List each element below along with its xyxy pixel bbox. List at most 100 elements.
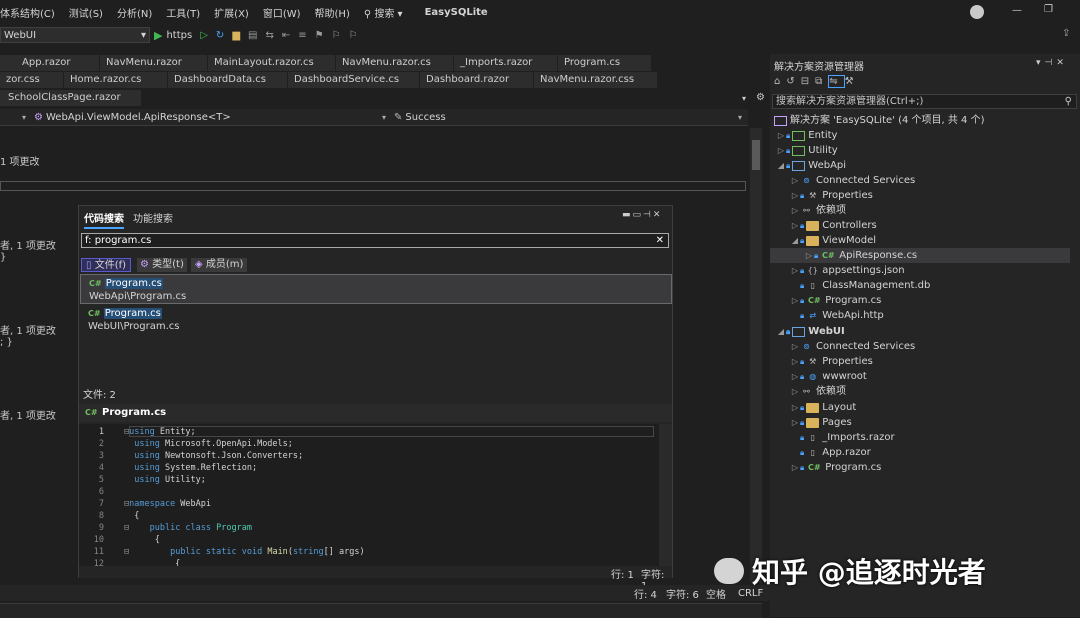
chevron-right-icon[interactable]: ▷ [776, 128, 786, 143]
chevron-right-icon[interactable]: ▷ [790, 415, 800, 430]
bookmark-next-icon[interactable]: ⚐ [349, 30, 358, 41]
tab-settings-gear-icon[interactable]: ⚙ [756, 92, 765, 103]
search-result-item[interactable]: C# Program.cs WebUI\Program.cs [80, 305, 672, 335]
chevron-right-icon[interactable]: ▷ [790, 354, 800, 369]
editor-vertical-scrollbar[interactable] [750, 128, 762, 583]
solution-search-input[interactable]: 搜索解决方案资源管理器(Ctrl+;) ⚲ [772, 94, 1077, 109]
tree-project-webui[interactable]: ◢ 🔒︎ WebUI [776, 324, 845, 339]
chevron-right-icon[interactable]: ▷ [790, 188, 800, 203]
menu-item-extensions[interactable]: 扩展(X) [214, 5, 249, 20]
folder-icon[interactable]: ▆ [232, 30, 240, 41]
panel-vertical-scrollbar[interactable] [1070, 112, 1078, 612]
tab-navmenu-razor[interactable]: NavMenu.razor [100, 55, 208, 71]
share-icon[interactable]: ⇪ [1062, 28, 1070, 39]
menu-item-help[interactable]: 帮助(H) [315, 5, 350, 20]
tab-dashboarddata-cs[interactable]: DashboardData.cs [168, 72, 288, 88]
line-indicator[interactable]: 行: 4 [634, 586, 657, 601]
method-dropdown[interactable]: ✎ Success ▾ [394, 112, 742, 123]
filter-members[interactable]: ◈ 成员(m) [191, 258, 248, 272]
copy-icon[interactable]: ⧉ [815, 76, 828, 87]
sync-icon[interactable]: ⇋ [828, 75, 845, 88]
menu-item-window[interactable]: 窗口(W) [263, 5, 301, 20]
collapse-icon[interactable]: ⊟ [801, 76, 815, 87]
tab-program-cs[interactable]: Program.cs [558, 55, 652, 71]
tree-folder-wwwroot[interactable]: ▷ 🔒︎ ◍ wwwroot [790, 369, 867, 384]
scrollbar-thumb[interactable] [752, 140, 760, 170]
layout-icon[interactable]: ▤ [248, 30, 257, 41]
search-tab-code[interactable]: 代码搜索 [84, 210, 124, 229]
chevron-right-icon[interactable]: ▷ [790, 263, 800, 278]
chevron-down-icon[interactable]: ▾ [1036, 58, 1045, 68]
project-combo[interactable]: WebUI ▾ [0, 27, 150, 43]
tree-item-connected-services[interactable]: ▷ ⊚ Connected Services [790, 339, 915, 354]
chevron-down-icon[interactable]: ◢ [776, 158, 786, 173]
tab-razor-css[interactable]: zor.css [0, 72, 64, 88]
tree-project-utility[interactable]: ▷ 🔒︎ Utility [776, 143, 838, 158]
chevron-right-icon[interactable]: ▷ [790, 218, 800, 233]
search-input[interactable]: f: program.cs ✕ [81, 233, 669, 248]
menu-item-test[interactable]: 测试(S) [69, 5, 103, 20]
chevron-right-icon[interactable]: ▷ [790, 203, 800, 218]
member-dropdown[interactable]: ⚙ WebApi.ViewModel.ApiResponse<T> ▾ [34, 112, 386, 123]
close-icon[interactable]: ✕ [653, 210, 663, 220]
tab-list-dropdown-icon[interactable]: ▾ [742, 94, 746, 103]
run-without-debug-icon[interactable]: ▷ [200, 30, 208, 41]
filter-types[interactable]: ⚙ 类型(t) [137, 258, 187, 272]
chevron-down-icon[interactable]: ◢ [776, 324, 786, 339]
search-icon[interactable]: ⚲ [1065, 95, 1072, 108]
chevron-right-icon[interactable]: ▷ [790, 384, 800, 399]
wrench-icon[interactable]: ⚒ [845, 76, 860, 87]
tab-app-razor[interactable]: App.razor [0, 55, 100, 71]
tree-file-appsettings[interactable]: ▷ 🔒︎{} appsettings.json [790, 263, 905, 278]
chevron-right-icon[interactable]: ▷ [790, 339, 800, 354]
chevron-right-icon[interactable]: ▷ [790, 460, 800, 475]
tab-home-razor-cs[interactable]: Home.razor.cs [64, 72, 168, 88]
dock-window-icon[interactable]: ▭ [633, 210, 644, 220]
nav-scope-dropdown-icon[interactable]: ▾ [22, 113, 26, 122]
history-icon[interactable]: ↺ [786, 76, 800, 87]
bookmark-prev-icon[interactable]: ⚐ [332, 30, 341, 41]
bookmark-icon[interactable]: ⚑ [315, 30, 324, 41]
tree-item-connected-services[interactable]: ▷ ⊚ Connected Services [790, 173, 915, 188]
tree-project-webapi[interactable]: ◢ 🔒︎ WebApi [776, 158, 846, 173]
search-tab-feature[interactable]: 功能搜索 [133, 210, 173, 225]
chevron-right-icon[interactable]: ▷ [804, 248, 814, 263]
tab-imports-razor[interactable]: _Imports.razor [454, 55, 558, 71]
tree-item-properties[interactable]: ▷ 🔒︎ ⚒ Properties [790, 188, 873, 203]
menu-item-analyze[interactable]: 分析(N) [117, 5, 152, 20]
chevron-down-icon[interactable]: ◢ [790, 233, 800, 248]
comment-icon[interactable]: ≡ [298, 30, 306, 41]
tab-mainlayout-razor-cs[interactable]: MainLayout.razor.cs [208, 55, 336, 71]
tree-file-imports[interactable]: 🔒︎ ▯ _Imports.razor [800, 430, 895, 445]
run-icon[interactable]: ▶ [154, 29, 162, 42]
tree-file-program-webui[interactable]: ▷ 🔒︎ C# Program.cs [790, 460, 881, 475]
dock-bottom-icon[interactable]: ▬ [622, 210, 633, 220]
tree-file-app-razor[interactable]: 🔒︎ ▯ App.razor [800, 445, 871, 460]
minimize-button[interactable]: — [1012, 5, 1022, 16]
search-result-item[interactable]: C# Program.cs WebApi\Program.cs [80, 274, 672, 304]
tree-item-properties[interactable]: ▷ 🔒︎ ⚒ Properties [790, 354, 873, 369]
tree-item-dependencies[interactable]: ▷ ⚯ 依赖项 [790, 203, 846, 218]
tree-solution[interactable]: 解决方案 'EasySQLite' (4 个项目, 共 4 个) [774, 113, 985, 128]
close-icon[interactable]: ✕ [1056, 58, 1068, 68]
tree-folder-pages[interactable]: ▷ 🔒︎ Pages [790, 415, 852, 430]
tree-folder-controllers[interactable]: ▷ 🔒︎ Controllers [790, 218, 877, 233]
chevron-right-icon[interactable]: ▷ [790, 173, 800, 188]
preview-vertical-scrollbar[interactable] [659, 424, 672, 566]
tab-dashboard-razor[interactable]: Dashboard.razor [420, 72, 534, 88]
chevron-right-icon[interactable]: ▷ [790, 369, 800, 384]
tree-item-dependencies[interactable]: ▷ ⚯ 依赖项 [790, 384, 846, 399]
home-icon[interactable]: ⌂ [774, 76, 786, 87]
chevron-right-icon[interactable]: ▷ [790, 400, 800, 415]
search-menu[interactable]: ⚲ 搜索 ▾ [364, 5, 403, 20]
pin-icon[interactable]: ⊣ [1045, 58, 1057, 68]
pin-icon[interactable]: ⊣ [643, 210, 653, 220]
tree-file-webapi-http[interactable]: 🔒︎ ⇄ WebApi.http [800, 308, 884, 323]
tree-folder-layout[interactable]: ▷ 🔒︎ Layout [790, 400, 856, 415]
menu-item-architecture[interactable]: 体系结构(C) [0, 5, 55, 20]
tab-dashboardservice-cs[interactable]: DashboardService.cs [288, 72, 420, 88]
tab-schoolclasspage-razor[interactable]: SchoolClassPage.razor [0, 90, 142, 106]
run-profile[interactable]: https [166, 30, 192, 41]
indent-icon[interactable]: ⇤ [282, 30, 290, 41]
char-indicator[interactable]: 字符: 6 [666, 586, 699, 601]
